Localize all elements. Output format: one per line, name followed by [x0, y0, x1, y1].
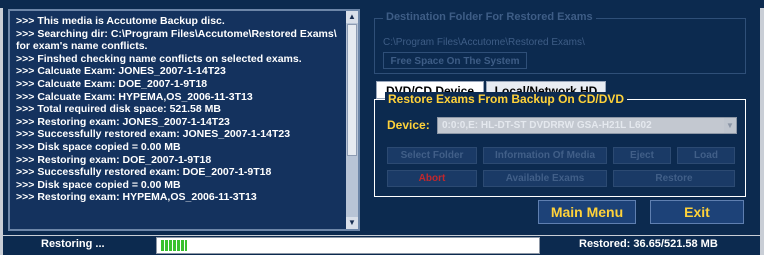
log-line: >>> Restoring exam: HYPEMA,OS_2006-11-3T…: [16, 191, 257, 204]
log-line: >>> Calcuate Exam: HYPEMA,OS_2006-11-3T1…: [16, 90, 253, 103]
log-line: >>> Searching dir: C:\Program Files\Accu…: [16, 27, 340, 53]
status-bar: Restoring ... Restored: 36.65/521.58 MB: [3, 236, 760, 255]
chevron-down-icon[interactable]: ▼: [724, 118, 736, 133]
log-line: >>> Restoring exam: JONES_2007-1-14T23: [16, 115, 230, 128]
exit-button[interactable]: Exit: [650, 200, 744, 224]
restore-from-backup-group: Restore Exams From Backup On CD/DVD Devi…: [374, 92, 746, 197]
restored-amount: Restored: 36.65/521.58 MB: [579, 238, 718, 250]
device-label: Device:: [387, 118, 430, 132]
load-button[interactable]: Load: [677, 147, 735, 164]
eject-button[interactable]: Eject: [613, 147, 671, 164]
log-line: >>> Calcuate Exam: DOE_2007-1-9T18: [16, 77, 208, 90]
log-line: >>> Total required disk space: 521.58 MB: [16, 103, 221, 116]
information-of-media-button[interactable]: Information Of Media: [483, 147, 607, 164]
restore-panel: Destination Folder For Restored Exams C:…: [362, 8, 756, 232]
available-exams-button[interactable]: Available Exams: [483, 170, 607, 187]
device-select-value: 0:0:0,E: HL-DT-ST DVDRRW GSA-H21L L602: [442, 120, 652, 131]
destination-legend: Destination Folder For Restored Exams: [383, 11, 596, 23]
scroll-down-icon[interactable]: ▼: [346, 217, 358, 229]
progress-bar: [156, 237, 540, 254]
log-line: >>> Restoring exam: DOE_2007-1-9T18: [16, 153, 212, 166]
log-line: >>> Successfully restored exam: JONES_20…: [16, 128, 291, 141]
log-line: >>> Successfully restored exam: DOE_2007…: [16, 166, 272, 179]
log-line: >>> This media is Accutome Backup disc.: [16, 15, 225, 27]
log-panel[interactable]: >>> This media is Accutome Backup disc. >…: [8, 9, 360, 231]
abort-button[interactable]: Abort: [387, 170, 477, 187]
free-space-button[interactable]: Free Space On The System: [383, 52, 527, 69]
select-folder-button[interactable]: Select Folder: [387, 147, 477, 164]
main-menu-button[interactable]: Main Menu: [538, 200, 636, 224]
log-line: >>> Finshed checking name conflicts on s…: [16, 52, 302, 65]
scroll-up-icon[interactable]: ▲: [346, 11, 358, 23]
status-text: Restoring ...: [41, 238, 105, 250]
app-window: >>> This media is Accutome Backup disc. >…: [0, 0, 764, 255]
progress-fill: [161, 240, 187, 251]
scroll-thumb[interactable]: [347, 24, 357, 156]
log-lines: >>> This media is Accutome Backup disc. >…: [16, 15, 346, 204]
log-line: >>> Disk space copied = 0.00 MB: [16, 178, 181, 191]
restore-button[interactable]: Restore: [613, 170, 735, 187]
log-line: >>> Calcuate Exam: JONES_2007-1-14T23: [16, 65, 226, 78]
device-select[interactable]: 0:0:0,E: HL-DT-ST DVDRRW GSA-H21L L602 ▼: [437, 117, 737, 134]
destination-group: Destination Folder For Restored Exams C:…: [374, 11, 746, 74]
log-scrollbar[interactable]: ▲ ▼: [346, 11, 358, 229]
restore-legend: Restore Exams From Backup On CD/DVD: [385, 92, 628, 106]
log-line: >>> Disk space copied = 0.00 MB: [16, 140, 181, 153]
destination-path: C:\Program Files\Accutome\Restored Exams…: [383, 37, 585, 48]
